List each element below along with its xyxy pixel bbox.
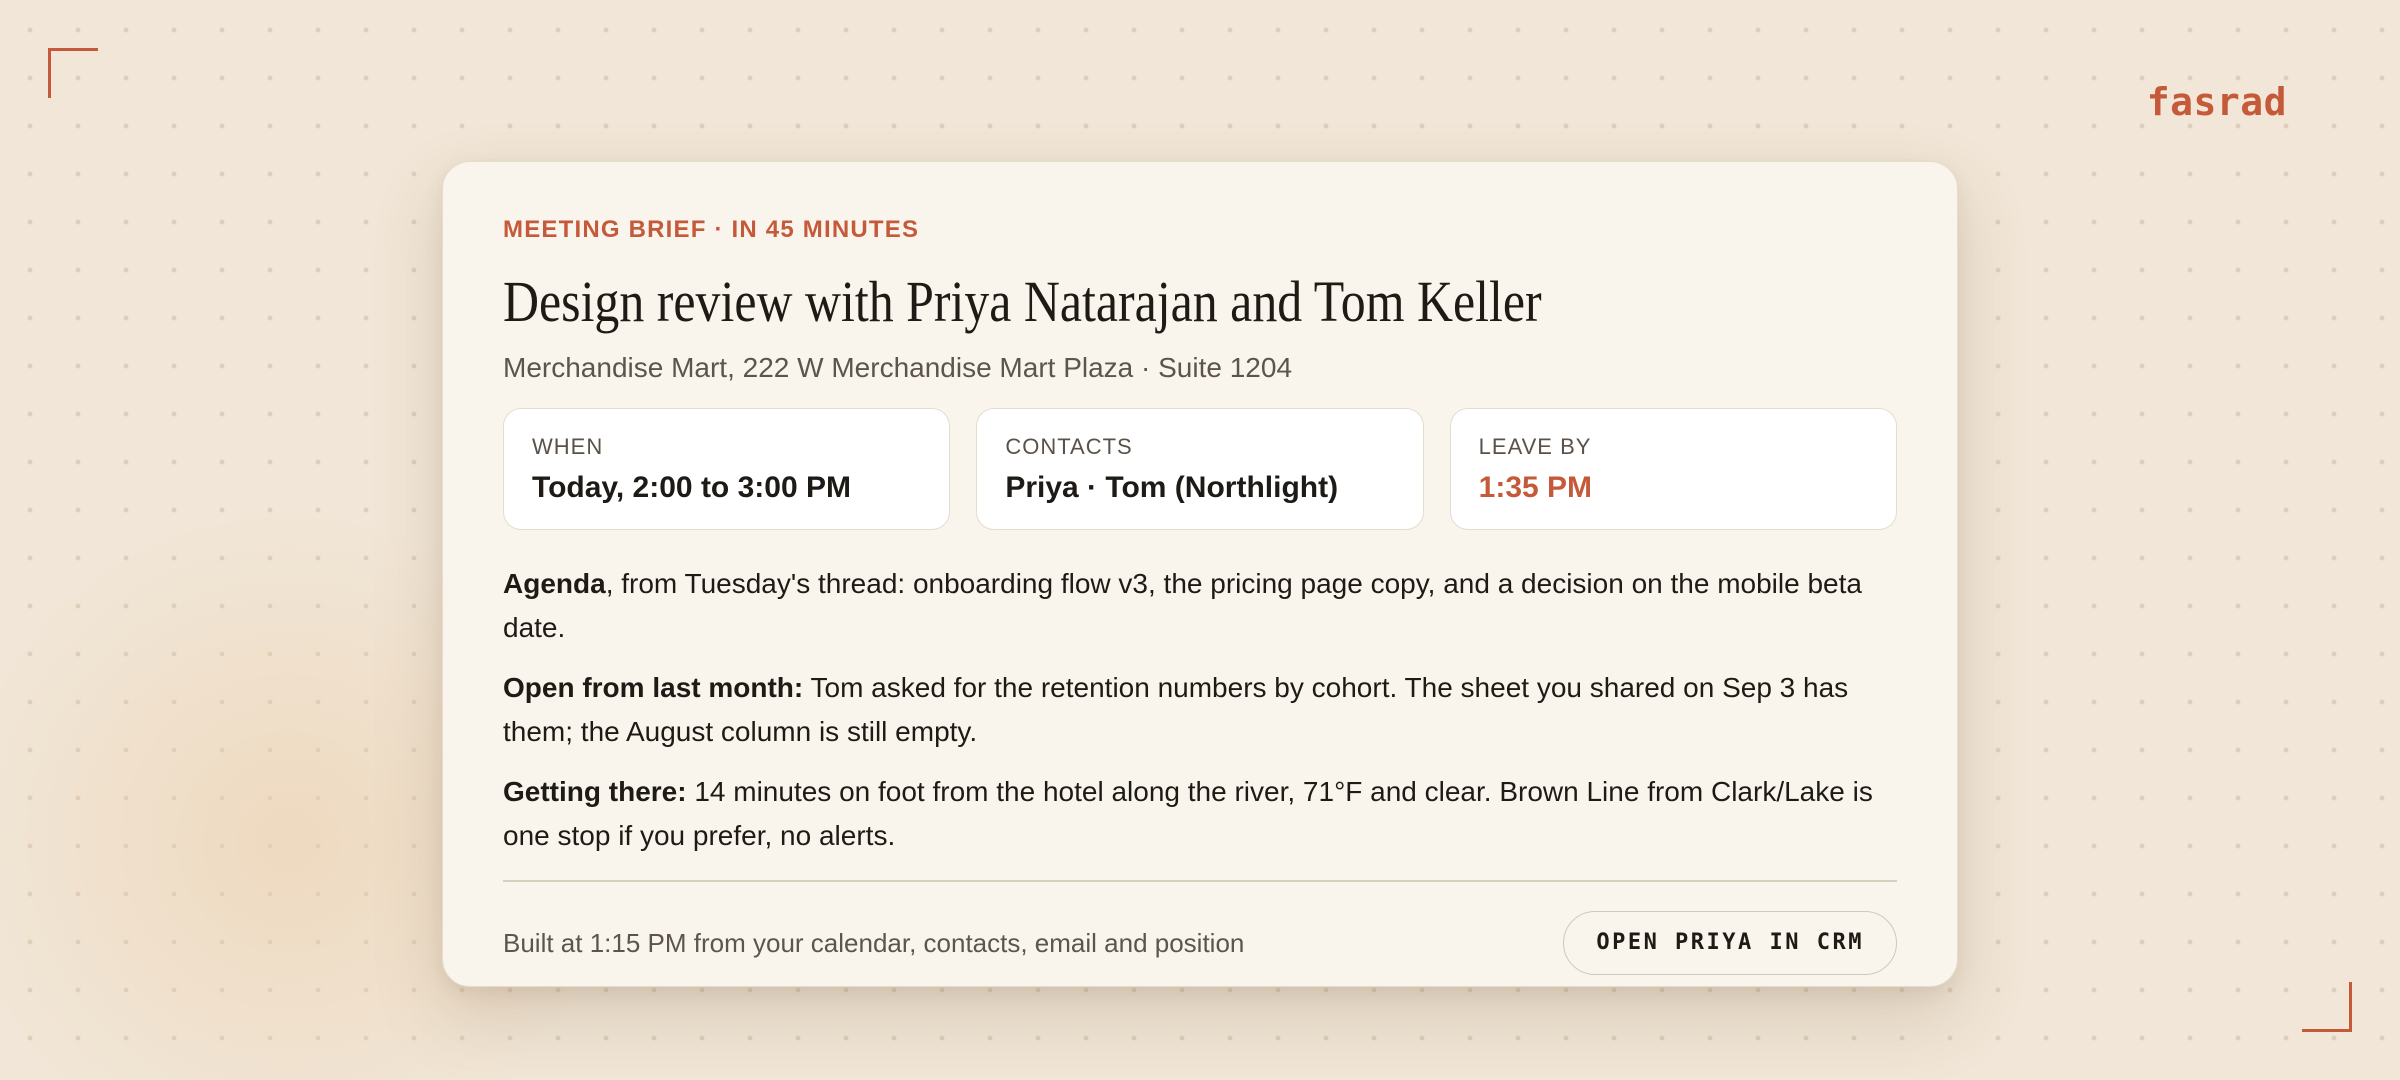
meeting-brief-card: MEETING BRIEF · IN 45 MINUTES Design rev… xyxy=(442,161,1958,987)
getting-there-paragraph: Getting there: 14 minutes on foot from t… xyxy=(503,770,1897,858)
when-label: WHEN xyxy=(532,434,604,459)
contacts-box: CONTACTS Priya · Tom (Northlight) xyxy=(976,408,1424,530)
getting-there-text: 14 minutes on foot from the hotel along … xyxy=(503,776,1873,851)
open-items-heading: Open from last month: xyxy=(503,672,804,703)
meeting-address: Merchandise Mart, 222 W Merchandise Mart… xyxy=(503,352,1293,383)
when-box: WHEN Today, 2:00 to 3:00 PM xyxy=(503,408,951,530)
contacts-value: Priya · Tom (Northlight) xyxy=(1005,471,1339,504)
leave-by-value: 1:35 PM xyxy=(1478,471,1593,504)
open-items-paragraph: Open from last month: Tom asked for the … xyxy=(503,666,1897,754)
agenda-text: , from Tuesday's thread: onboarding flow… xyxy=(503,568,1862,643)
info-boxes: WHEN Today, 2:00 to 3:00 PM CONTACTS Pri… xyxy=(503,408,1897,530)
leave-by-label: LEAVE BY xyxy=(1478,434,1592,459)
brand-logo: fasrad xyxy=(2146,80,2287,124)
when-value: Today, 2:00 to 3:00 PM xyxy=(532,471,851,504)
meeting-title: Design review with Priya Natarajan and T… xyxy=(503,269,1542,334)
leave-by-box: LEAVE BY 1:35 PM xyxy=(1449,408,1897,530)
agenda-paragraph: Agenda, from Tuesday's thread: onboardin… xyxy=(503,562,1897,650)
meeting-eyebrow: MEETING BRIEF · IN 45 MINUTES xyxy=(503,216,920,243)
corner-bracket-top-left xyxy=(48,48,98,98)
getting-there-heading: Getting there: xyxy=(503,776,687,807)
built-at-text: Built at 1:15 PM from your calendar, con… xyxy=(503,927,1245,958)
corner-bracket-bottom-right xyxy=(2302,982,2352,1032)
open-in-crm-button[interactable]: OPEN PRIYA IN CRM xyxy=(1563,910,1897,975)
agenda-heading: Agenda xyxy=(503,568,606,599)
card-footer: Built at 1:15 PM from your calendar, con… xyxy=(503,882,1897,1004)
brief-sections: Agenda, from Tuesday's thread: onboardin… xyxy=(503,562,1897,858)
contacts-label: CONTACTS xyxy=(1005,434,1133,459)
